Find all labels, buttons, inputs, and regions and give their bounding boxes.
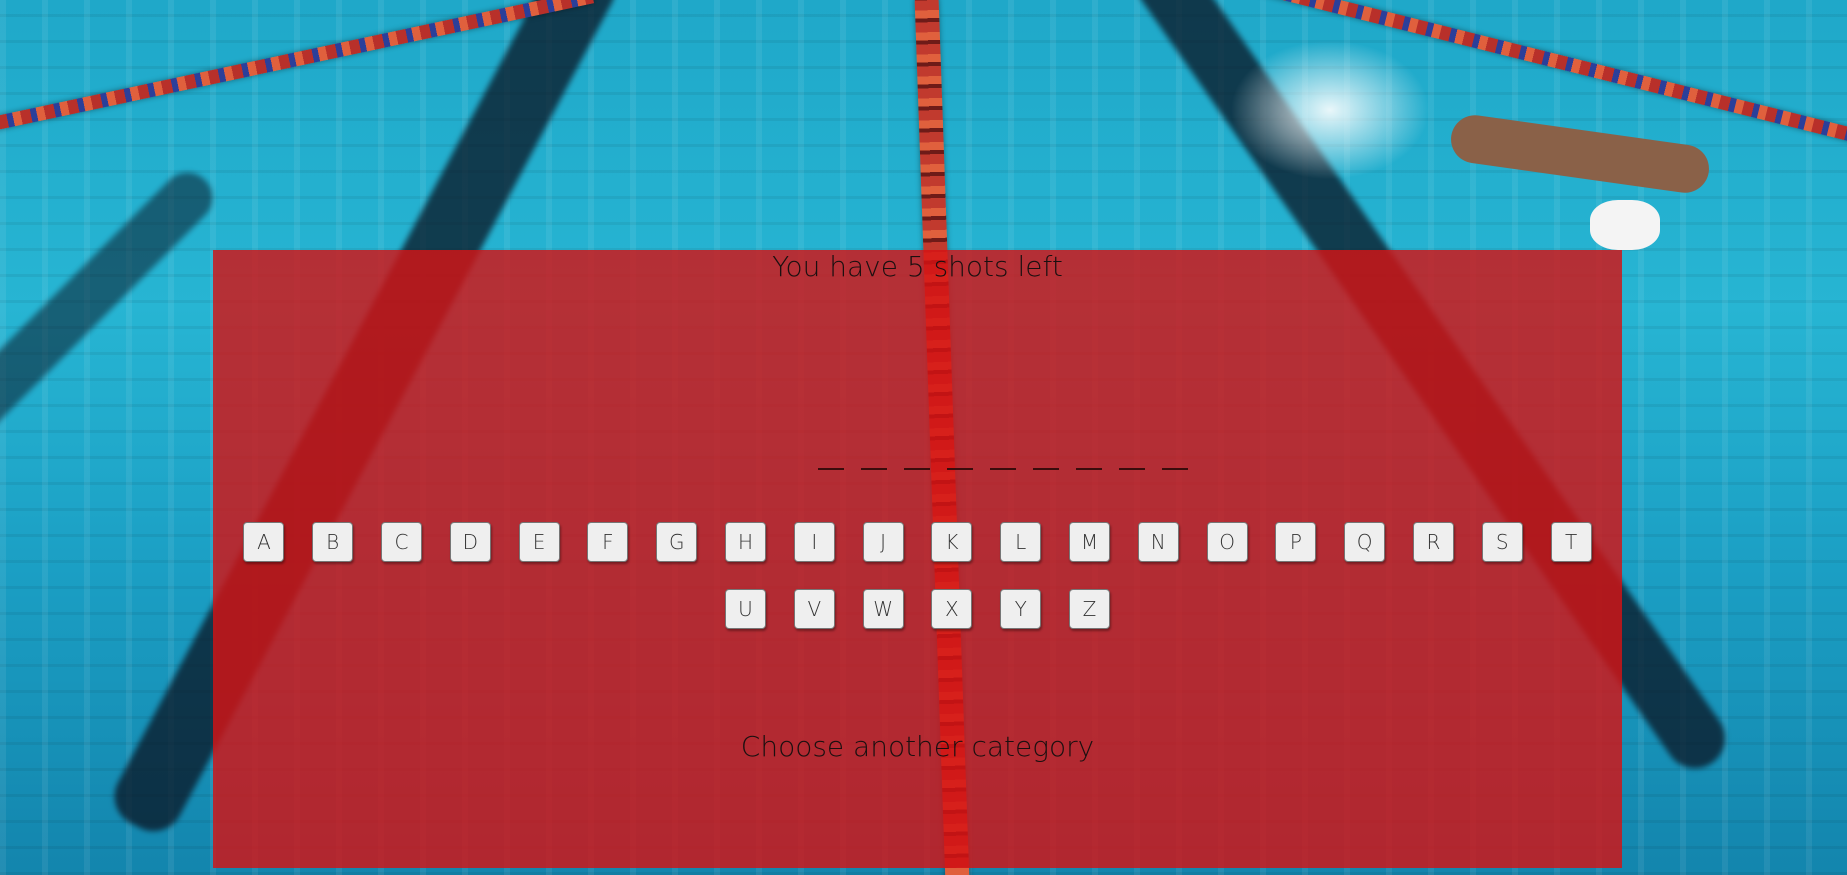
letter-key-o[interactable]: O — [1206, 522, 1248, 562]
letter-key-t[interactable]: T — [1550, 522, 1592, 562]
letter-key-q[interactable]: Q — [1344, 522, 1386, 562]
shots-remaining-text: You have 5 shots left — [772, 250, 1063, 283]
letter-key-s[interactable]: S — [1481, 522, 1523, 562]
letter-key-m[interactable]: M — [1068, 522, 1110, 562]
letter-key-r[interactable]: R — [1412, 522, 1454, 562]
letter-blank — [1032, 468, 1059, 470]
letter-key-b[interactable]: B — [312, 522, 354, 562]
letter-blank — [860, 468, 887, 470]
letter-blank — [989, 468, 1016, 470]
letter-key-l[interactable]: L — [1000, 522, 1042, 562]
letter-blank — [903, 468, 930, 470]
letter-key-x[interactable]: X — [931, 589, 973, 629]
letter-key-j[interactable]: J — [862, 522, 904, 562]
letter-key-p[interactable]: P — [1275, 522, 1317, 562]
letter-blank — [1161, 468, 1188, 470]
letter-key-i[interactable]: I — [793, 522, 835, 562]
word-blanks — [213, 468, 1622, 470]
background-pool-photo: You have 5 shots left ABCDEFGHIJKLMNOPQR… — [0, 0, 1847, 875]
letter-blank — [946, 468, 973, 470]
letter-blank — [1118, 468, 1145, 470]
letter-key-w[interactable]: W — [862, 589, 904, 629]
letter-key-c[interactable]: C — [381, 522, 423, 562]
letter-key-y[interactable]: Y — [1000, 589, 1042, 629]
letter-key-n[interactable]: N — [1137, 522, 1179, 562]
letter-key-a[interactable]: A — [243, 522, 285, 562]
letter-key-z[interactable]: Z — [1068, 589, 1110, 629]
letter-keyboard: ABCDEFGHIJKLMNOPQRST UVWXYZ — [213, 522, 1622, 629]
game-panel: You have 5 shots left ABCDEFGHIJKLMNOPQR… — [213, 250, 1622, 868]
letter-key-g[interactable]: G — [656, 522, 698, 562]
swimmer-cap — [1590, 200, 1660, 250]
lane-marking — [0, 162, 223, 693]
letter-key-u[interactable]: U — [725, 589, 766, 629]
letter-key-d[interactable]: D — [449, 522, 491, 562]
choose-category-link[interactable]: Choose another category — [213, 730, 1622, 763]
letter-blank — [817, 468, 844, 470]
letter-key-f[interactable]: F — [587, 522, 629, 562]
letter-blank — [1075, 468, 1102, 470]
letter-key-k[interactable]: K — [931, 522, 973, 562]
water-splash — [1230, 40, 1430, 180]
letter-key-e[interactable]: E — [518, 522, 560, 562]
letter-key-v[interactable]: V — [793, 589, 835, 629]
letter-key-h[interactable]: H — [725, 522, 766, 562]
swimmer-arm — [1447, 112, 1713, 196]
